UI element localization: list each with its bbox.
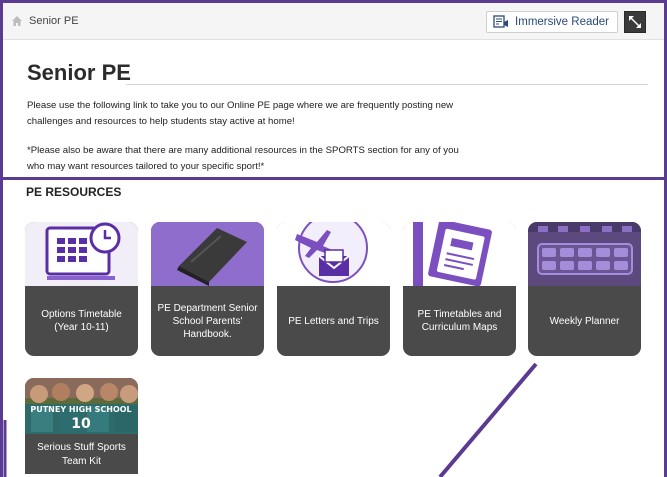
top-bar: Senior PE Immersive Reader bbox=[3, 3, 664, 40]
tile-pe-timetables-curriculum[interactable]: PE Timetables and Curriculum Maps bbox=[403, 222, 516, 356]
tile-label: Options Timetable (Year 10-11) bbox=[41, 309, 122, 333]
tile-label: PE Department Senior School Parents' Han… bbox=[157, 302, 258, 340]
sports-note-paragraph: *Please also be aware that there are man… bbox=[27, 145, 459, 172]
photo-text: PUTNEY HIGH SCHOOL bbox=[30, 405, 131, 414]
tile-label: PE Letters and Trips bbox=[288, 315, 379, 327]
photo-number: 10 bbox=[71, 416, 91, 432]
resources-heading: PE RESOURCES bbox=[26, 185, 122, 199]
tile-label: Serious Stuff Sports Team Kit bbox=[37, 442, 126, 467]
tile-sports-team-kit[interactable]: PUTNEY HIGH SCHOOL 10 Serious Stuff Spor… bbox=[25, 378, 138, 474]
home-icon[interactable] bbox=[11, 15, 23, 27]
breadcrumb[interactable]: Senior PE bbox=[29, 15, 79, 27]
tile-weekly-planner[interactable]: Weekly Planner bbox=[528, 222, 641, 356]
fullscreen-button[interactable] bbox=[624, 11, 646, 33]
intro-paragraph: Please use the following link to take yo… bbox=[27, 100, 454, 127]
immersive-reader-label: Immersive Reader bbox=[515, 16, 609, 28]
team-photo: PUTNEY HIGH SCHOOL 10 bbox=[25, 378, 138, 434]
expand-icon bbox=[629, 16, 641, 28]
section-divider bbox=[3, 177, 664, 180]
tile-label: Weekly Planner bbox=[549, 315, 620, 327]
tile-label: PE Timetables and Curriculum Maps bbox=[417, 309, 502, 333]
tile-pe-handbook[interactable]: PE Department Senior School Parents' Han… bbox=[151, 222, 264, 356]
immersive-reader-button[interactable]: Immersive Reader bbox=[486, 11, 618, 33]
calendar-clock-icon bbox=[25, 222, 138, 286]
page-title: Senior PE bbox=[27, 60, 131, 85]
tile-options-timetable[interactable]: Options Timetable (Year 10-11) bbox=[25, 222, 138, 356]
book-icon bbox=[151, 222, 264, 286]
notebook-icon bbox=[403, 222, 516, 286]
tile-pe-letters-trips[interactable]: PE Letters and Trips bbox=[277, 222, 390, 356]
planner-icon bbox=[528, 222, 641, 286]
title-divider bbox=[126, 84, 648, 85]
immersive-reader-icon bbox=[493, 15, 509, 29]
plane-letter-icon bbox=[277, 222, 390, 286]
